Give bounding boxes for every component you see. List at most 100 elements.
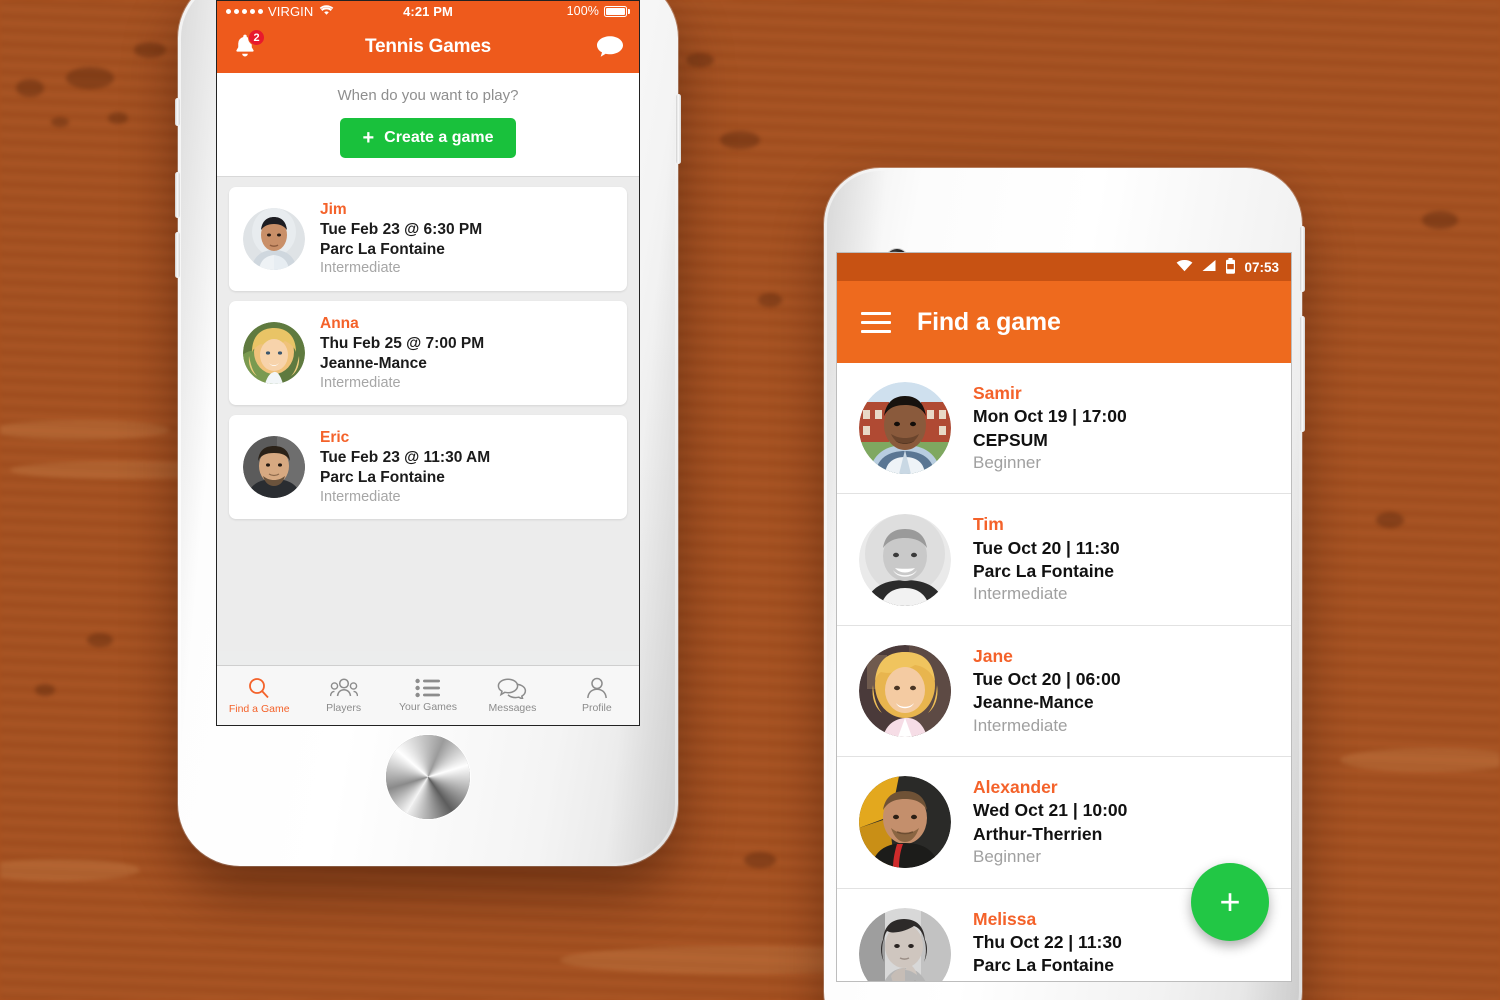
player-name: Jim [320,201,347,218]
avatar [859,776,951,869]
android-volume-button[interactable] [1300,316,1305,432]
avatar [243,208,305,271]
game-location: Jeanne-Mance [320,354,427,372]
ios-nav-bar: 2 Tennis Games [217,21,639,73]
game-row[interactable]: Samir Mon Oct 19 | 17:00 CEPSUM Beginner [837,363,1291,495]
tab-players[interactable]: Players [301,666,385,725]
battery-percent-label: 100% [566,4,599,18]
game-datetime: Tue Oct 20 | 11:30 [973,537,1120,558]
search-icon [247,676,271,700]
player-name: Tim [973,514,1004,535]
wifi-icon [1176,259,1193,275]
game-location: Parc La Fontaine [973,560,1115,581]
game-card[interactable]: Eric Tue Feb 23 @ 11:30 AM Parc La Fonta… [229,415,627,520]
chat-bubble-icon[interactable] [595,34,625,60]
player-name: Anna [320,315,359,333]
android-status-bar: 07:53 [837,253,1291,281]
tab-label: Profile [581,702,612,714]
game-datetime: Wed Oct 21 | 10:00 [973,800,1128,821]
iphone-screen: VIRGIN 4:21 PM 100% 2 Tennis Games When … [216,0,640,726]
game-info: Jane Tue Oct 20 | 06:00 Jeanne-Mance Int… [973,645,1121,737]
avatar [859,645,951,738]
hamburger-menu-icon[interactable] [861,311,891,333]
iphone-tab-bar: Find a Game Players Your Games Messages [217,665,639,725]
people-icon [329,677,358,699]
game-datetime: Thu Feb 25 @ 7:00 PM [320,334,485,352]
battery-nub-icon [628,8,630,14]
game-datetime: Tue Feb 23 @ 11:30 AM [320,448,491,466]
game-location: CEPSUM [973,429,1048,450]
game-level: Intermediate [973,977,1122,981]
game-level: Intermediate [320,488,401,505]
game-info: Samir Mon Oct 19 | 17:00 CEPSUM Beginner [973,382,1127,474]
android-clock: 07:53 [1244,259,1279,275]
game-row[interactable]: Tim Tue Oct 20 | 11:30 Parc La Fontaine … [837,494,1291,626]
iphone-volume-down-button[interactable] [175,232,180,278]
avatar [859,382,951,475]
game-card[interactable]: Jim Tue Feb 23 @ 6:30 PM Parc La Fontain… [229,187,627,292]
game-location: Arthur-Therrien [973,823,1103,844]
game-level: Intermediate [320,374,401,391]
tab-label: Messages [488,702,537,714]
add-game-fab[interactable]: + [1191,863,1269,941]
game-info: Tim Tue Oct 20 | 11:30 Parc La Fontaine … [973,513,1120,605]
tab-label: Players [326,702,362,714]
iphone-silent-switch[interactable] [175,98,180,126]
player-name: Jane [973,645,1013,666]
tab-label: Your Games [399,701,457,713]
game-level: Beginner [973,452,1042,472]
page-title: Tennis Games [364,36,492,57]
notification-badge: 2 [248,29,265,46]
iphone-device: VIRGIN 4:21 PM 100% 2 Tennis Games When … [175,0,681,866]
player-name: Samir [973,383,1022,403]
game-card[interactable]: Anna Thu Feb 25 @ 7:00 PM Jeanne-Mance I… [229,301,627,406]
android-power-button[interactable] [1300,226,1305,292]
game-row[interactable]: Jane Tue Oct 20 | 06:00 Jeanne-Mance Int… [837,625,1291,758]
plus-icon: + [362,127,375,149]
avatar [859,513,951,606]
tab-profile[interactable]: Profile [555,666,639,725]
create-game-panel: When do you want to play? + Create a gam… [217,73,639,177]
iphone-power-button[interactable] [676,94,681,164]
game-location: Parc La Fontaine [973,955,1115,976]
iphone-volume-up-button[interactable] [175,172,180,218]
carrier-label: VIRGIN [268,3,314,19]
cell-signal-icon [1201,259,1217,275]
battery-icon [1225,257,1236,277]
game-level: Intermediate [973,715,1068,735]
player-name: Eric [320,429,350,447]
wifi-icon [319,4,334,19]
tab-messages[interactable]: Messages [470,666,554,725]
game-level: Beginner [973,847,1042,867]
plus-icon: + [1219,881,1241,922]
when-to-play-label: When do you want to play? [337,87,519,104]
game-datetime: Thu Oct 22 | 11:30 [973,931,1122,952]
iphone-games-list[interactable]: Jim Tue Feb 23 @ 6:30 PM Parc La Fontain… [217,177,639,651]
game-info: Jim Tue Feb 23 @ 6:30 PM Parc La Fontain… [320,200,482,278]
tab-your-games[interactable]: Your Games [386,666,470,725]
game-datetime: Tue Oct 20 | 06:00 [973,669,1121,690]
list-icon [415,678,441,698]
game-info: Eric Tue Feb 23 @ 11:30 AM Parc La Fonta… [320,428,490,506]
person-icon [585,677,609,699]
android-app-bar: Find a game [837,281,1291,363]
game-level: Intermediate [973,584,1068,604]
avatar [859,907,951,981]
ios-status-bar: VIRGIN 4:21 PM 100% [217,1,639,21]
game-level: Intermediate [320,260,401,277]
game-location: Parc La Fontaine [320,468,445,486]
android-device: 07:53 Find a game Samir Mon Oct 19 | 17:… [824,168,1305,1000]
game-info: Melissa Thu Oct 22 | 11:30 Parc La Fonta… [973,908,1122,981]
avatar [243,322,305,385]
iphone-home-button[interactable] [386,735,470,819]
signal-dots-icon [226,8,263,14]
player-name: Alexander [973,777,1058,798]
tab-label: Find a Game [228,703,290,715]
bell-icon[interactable]: 2 [231,29,265,62]
create-game-button[interactable]: + Create a game [340,118,516,158]
game-location: Jeanne-Mance [973,692,1094,713]
avatar [243,436,305,499]
chat-bubbles-icon [497,677,527,699]
android-screen: 07:53 Find a game Samir Mon Oct 19 | 17:… [836,252,1292,982]
tab-find-a-game[interactable]: Find a Game [217,666,301,725]
